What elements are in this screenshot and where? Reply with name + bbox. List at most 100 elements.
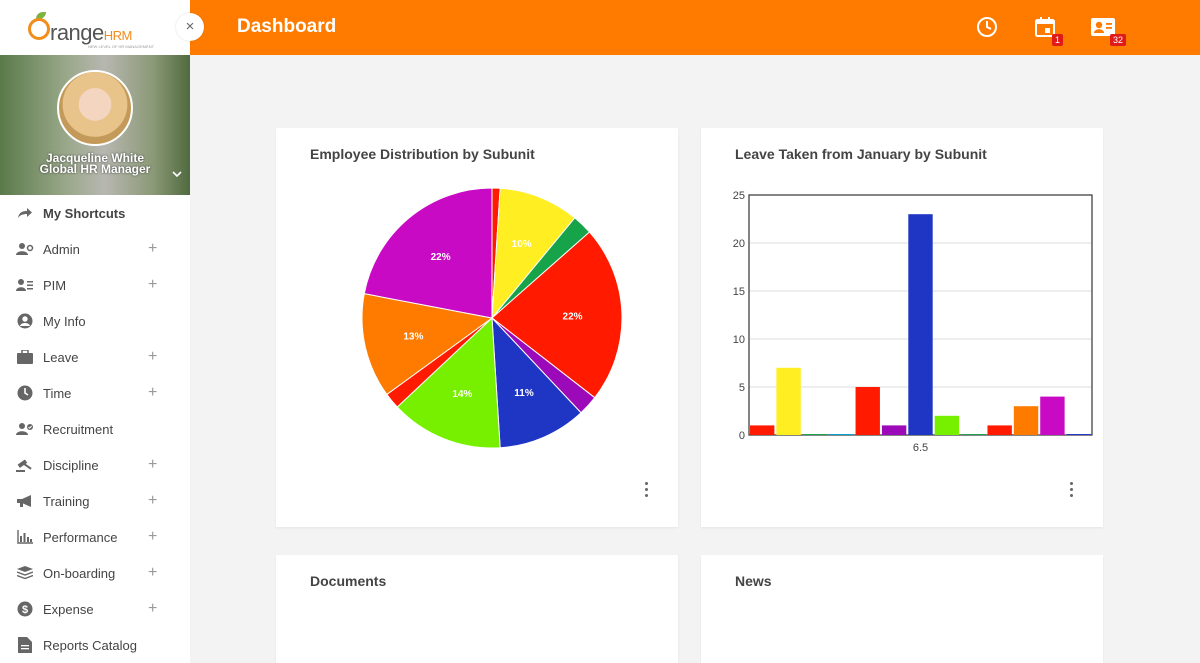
user-check-icon	[14, 421, 36, 437]
card-menu-kebab-icon[interactable]	[1070, 482, 1074, 500]
logo-text: rangeHRM	[50, 20, 132, 45]
expand-plus-icon[interactable]: +	[148, 348, 157, 366]
sidebar-item-time[interactable]: Time +	[0, 375, 190, 411]
expand-plus-icon[interactable]: +	[148, 456, 157, 474]
user-list-icon	[14, 277, 36, 293]
calendar-badge: 1	[1052, 34, 1064, 46]
main-menu: My Shortcuts Admin + PIM + My Info Leave…	[0, 195, 190, 663]
expand-plus-icon[interactable]: +	[148, 276, 157, 294]
sidebar-item-label: Performance	[43, 529, 118, 545]
sidebar-item-my-shortcuts[interactable]: My Shortcuts	[0, 195, 190, 231]
logo-bar: rangeHRM NEW LEVEL OF HR MANAGEMENT	[0, 0, 190, 55]
bar[interactable]	[934, 415, 960, 435]
employee-distribution-pie-chart: 10% 22% 11% 14% 13% 22%	[361, 187, 623, 449]
bar[interactable]	[829, 434, 854, 436]
card-menu-kebab-icon[interactable]	[645, 482, 649, 500]
avatar[interactable]	[57, 70, 133, 146]
bar[interactable]	[776, 367, 801, 435]
sidebar-item-label: Recruitment	[43, 421, 114, 437]
bar[interactable]	[1040, 396, 1065, 435]
sidebar-item-label: Admin	[43, 241, 80, 257]
y-tick-label: 5	[739, 382, 745, 394]
chevron-down-icon[interactable]	[172, 165, 182, 181]
documents-card: Documents	[276, 555, 678, 663]
dollar-icon: $	[14, 601, 36, 617]
x-tick-label: 6.5	[913, 442, 928, 454]
megaphone-icon	[14, 493, 36, 509]
expand-plus-icon[interactable]: +	[148, 492, 157, 510]
bar[interactable]	[750, 425, 775, 435]
leave-taken-card: Leave Taken from January by Subunit 0 5 10…	[701, 128, 1103, 527]
svg-text:$: $	[22, 604, 28, 616]
expand-plus-icon[interactable]: +	[148, 240, 157, 258]
contacts-badge: 32	[1110, 34, 1127, 46]
employee-distribution-card: Employee Distribution by Subunit 10% 22% 1…	[276, 128, 678, 527]
expand-plus-icon[interactable]: +	[148, 384, 157, 402]
sidebar-item-training[interactable]: Training +	[0, 483, 190, 519]
user-profile-text[interactable]: Jacqueline White Global HR Manager	[0, 152, 190, 176]
pie-slice-label: 22%	[563, 311, 583, 322]
sidebar-item-label: On-boarding	[43, 565, 116, 581]
bar[interactable]	[987, 425, 1012, 435]
bar-chart-icon	[14, 529, 36, 545]
user-gear-icon	[14, 241, 36, 257]
bar[interactable]	[1066, 434, 1091, 436]
expand-plus-icon[interactable]: +	[148, 600, 157, 618]
y-tick-label: 20	[733, 238, 745, 250]
pie-slice-label: 22%	[431, 252, 451, 263]
sidebar-item-admin[interactable]: Admin +	[0, 231, 190, 267]
sidebar-collapse-button[interactable]: ×	[176, 13, 204, 41]
y-tick-label: 25	[733, 190, 745, 202]
pie-slice-label: 13%	[403, 332, 423, 343]
y-tick-label: 10	[733, 334, 745, 346]
sidebar-item-label: Time	[43, 385, 72, 401]
share-arrow-icon	[14, 205, 36, 221]
page-title: Dashboard	[237, 16, 337, 37]
sidebar-item-reports-catalog[interactable]: Reports Catalog	[0, 627, 190, 663]
bar[interactable]	[802, 434, 828, 436]
user-profile-panel: Jacqueline White Global HR Manager	[0, 55, 190, 195]
sidebar-item-label: Expense	[43, 601, 94, 617]
bar[interactable]	[881, 425, 907, 435]
y-tick-label: 15	[733, 286, 745, 298]
sidebar-item-performance[interactable]: Performance +	[0, 519, 190, 555]
sidebar-item-expense[interactable]: $ Expense +	[0, 591, 190, 627]
sidebar-item-label: My Shortcuts	[43, 205, 126, 221]
briefcase-icon	[14, 349, 36, 365]
pie-slice-label: 14%	[452, 389, 472, 400]
leave-taken-bar-chart: 0 5 10 15 20 25 6.5	[733, 190, 1093, 454]
pie-slice-label: 10%	[512, 239, 532, 250]
pie-slice-label: 11%	[514, 388, 534, 399]
sidebar-item-onboarding[interactable]: On-boarding +	[0, 555, 190, 591]
sidebar-item-label: Leave	[43, 349, 79, 365]
expand-plus-icon[interactable]: +	[148, 528, 157, 546]
top-bar: Dashboard 1 32	[190, 0, 1200, 55]
card-title: Employee Distribution by Subunit	[310, 146, 535, 162]
bar[interactable]	[855, 387, 880, 435]
sidebar: rangeHRM NEW LEVEL OF HR MANAGEMENT × Ja…	[0, 0, 204, 663]
bar[interactable]	[1013, 406, 1039, 435]
news-card: News	[701, 555, 1103, 663]
user-role: Global HR Manager	[39, 162, 151, 176]
report-icon	[14, 637, 36, 653]
card-title: News	[735, 573, 772, 589]
bar[interactable]	[961, 434, 986, 436]
layers-icon	[14, 565, 36, 581]
expand-plus-icon[interactable]: +	[148, 564, 157, 582]
logo-o-icon	[28, 18, 50, 40]
clock-icon[interactable]	[976, 16, 998, 38]
close-icon: ×	[185, 18, 195, 35]
gavel-icon	[14, 457, 36, 473]
sidebar-item-label: Reports Catalog	[43, 637, 137, 653]
sidebar-item-my-info[interactable]: My Info	[0, 303, 190, 339]
sidebar-item-recruitment[interactable]: Recruitment	[0, 411, 190, 447]
logo-tagline: NEW LEVEL OF HR MANAGEMENT	[88, 44, 155, 49]
sidebar-item-pim[interactable]: PIM +	[0, 267, 190, 303]
clock-icon	[14, 385, 36, 401]
sidebar-item-leave[interactable]: Leave +	[0, 339, 190, 375]
bar[interactable]	[908, 214, 933, 435]
sidebar-item-label: Discipline	[43, 457, 99, 473]
sidebar-item-discipline[interactable]: Discipline +	[0, 447, 190, 483]
card-title: Leave Taken from January by Subunit	[735, 146, 987, 162]
y-tick-label: 0	[739, 430, 745, 442]
